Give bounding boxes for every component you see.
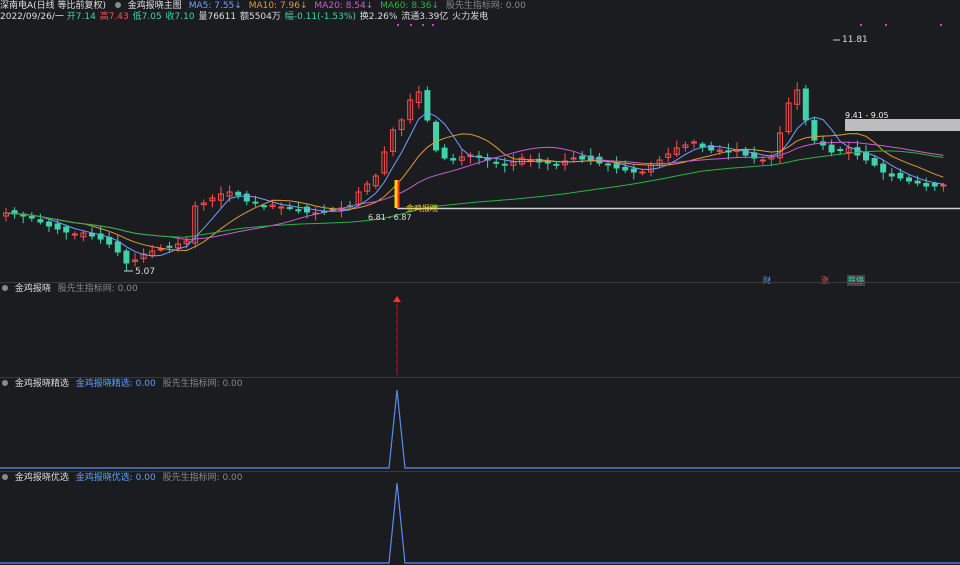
candle-body	[579, 155, 586, 160]
panel3-plot	[0, 482, 960, 564]
candle-body	[243, 193, 250, 202]
signal-dot	[410, 24, 412, 26]
signal-spike-line	[0, 389, 960, 469]
signal-dot	[422, 24, 424, 26]
candle-body	[54, 223, 61, 230]
signal-dot	[860, 24, 862, 26]
candle-body	[28, 216, 35, 219]
candle-body	[691, 141, 697, 144]
candle-body	[114, 241, 121, 253]
candle-body	[940, 184, 947, 187]
signal-bar	[394, 180, 398, 208]
candle-body	[553, 163, 560, 166]
candle-body	[295, 209, 302, 212]
signal-dot	[885, 24, 887, 26]
indicator-panel-3[interactable]: 金鸡报晓优选 金鸡报晓优选: 0.00 股先生指标网: 0.00	[0, 472, 960, 565]
resistance-band	[845, 119, 960, 131]
range-annotation-left: 6.81 - 6.87	[368, 213, 412, 222]
candle-body	[37, 219, 44, 223]
candle-body	[286, 207, 293, 210]
candle-body	[157, 248, 164, 251]
signal-dot	[432, 24, 434, 26]
indicator-panel-1[interactable]: 金鸡报晓 股先生指标网: 0.00	[0, 283, 960, 377]
candle-body	[880, 163, 887, 173]
signal-text: 金鸡报晓	[406, 204, 438, 213]
candle-body	[897, 172, 904, 179]
candle-body	[278, 206, 285, 209]
candle-body	[544, 161, 551, 164]
candle-body	[166, 245, 173, 248]
high-annotation: 11.81	[842, 35, 868, 45]
signal-dot	[397, 24, 399, 26]
candle-body	[501, 163, 508, 166]
candle-body	[46, 221, 52, 227]
candle-body	[441, 147, 448, 159]
indicator-panel-2[interactable]: 金鸡报晓精选 金鸡报晓精选: 0.00 股先生指标网: 0.00	[0, 378, 960, 471]
candle-body	[802, 88, 809, 121]
candle-body	[759, 159, 766, 162]
candle-body	[605, 163, 611, 166]
candle-body	[450, 158, 457, 161]
signal-dot	[940, 24, 942, 26]
candle-body	[433, 121, 439, 151]
candle-body	[906, 177, 912, 182]
candle-body	[639, 171, 646, 174]
candle-body	[854, 147, 861, 156]
candle-body	[613, 163, 620, 169]
candle-body	[914, 180, 921, 184]
signal-bar-edge	[397, 180, 400, 208]
candle-body	[123, 250, 130, 264]
candle-body	[261, 205, 267, 208]
candle-body	[630, 168, 637, 173]
candlestick-chart[interactable]	[0, 0, 960, 282]
candle-body	[828, 144, 835, 153]
candle-body	[235, 191, 242, 196]
ma10-line	[5, 133, 944, 252]
candle-body	[923, 183, 930, 187]
candle-body	[424, 90, 431, 121]
candle-body	[622, 166, 629, 171]
panel1-plot	[393, 296, 401, 376]
candle-body	[252, 201, 259, 204]
signal-spike-line	[0, 482, 960, 564]
signal-arrow-icon	[393, 296, 401, 302]
range-annotation-right: 9.41 - 9.05	[845, 111, 889, 120]
candle-body	[493, 161, 500, 164]
candle-body	[742, 148, 749, 156]
panel2-plot	[0, 389, 960, 469]
candle-body	[71, 233, 78, 236]
candle-body	[570, 157, 577, 160]
candle-body	[888, 173, 895, 177]
candle-body	[931, 183, 938, 187]
low-annotation: 5.07	[135, 267, 156, 277]
candle-body	[871, 157, 878, 166]
candle-body	[837, 149, 844, 152]
candle-body	[63, 226, 70, 233]
